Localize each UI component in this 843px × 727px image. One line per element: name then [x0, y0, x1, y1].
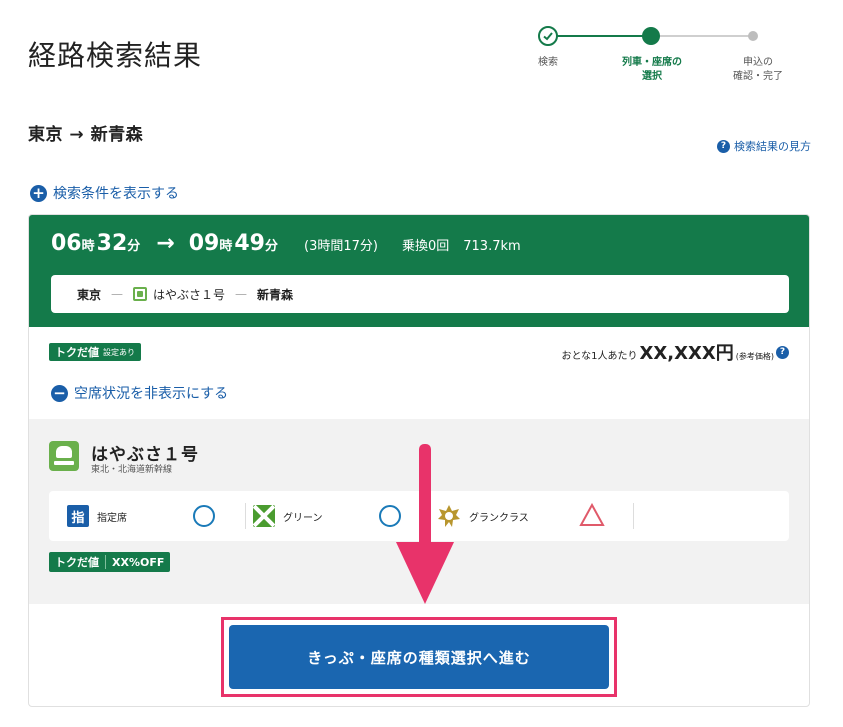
proceed-button[interactable]: きっぷ・座席の種類選択へ進む	[229, 625, 609, 689]
result-card-header: 06 時 32 分 → 09 時 49 分 (3時間17分) 乗換0回 713.…	[29, 215, 809, 327]
step-label-select: 列車・座席の 選択	[622, 57, 682, 82]
seat-label: 指定席	[97, 512, 127, 524]
route-dash: —	[235, 287, 248, 301]
time-summary: 06 時 32 分 → 09 時 49 分 (3時間17分) 乗換0回 713.…	[51, 231, 521, 256]
hour-unit: 時	[81, 239, 95, 254]
step-label-search: 検索	[538, 57, 558, 68]
train-icon	[133, 287, 148, 301]
duration: (3時間17分)	[304, 239, 378, 254]
plus-circle-icon: +	[30, 184, 47, 202]
train-line: 東北・北海道新幹線	[91, 465, 173, 475]
minute-unit: 分	[127, 239, 141, 254]
train-icon	[49, 441, 79, 471]
price-note: (参考価格)	[735, 352, 774, 361]
deal-label: トクだ値	[55, 556, 99, 569]
arrive-hour: 09	[188, 231, 220, 256]
depart-minute: 32	[96, 231, 128, 256]
transfers: 乗換0回	[401, 239, 450, 254]
question-icon: ?	[717, 139, 730, 153]
tokudane-badge: トクだ値 設定あり	[49, 343, 141, 361]
help-link-label: 検索結果の見方	[734, 140, 811, 153]
annotation-arrow-icon	[396, 444, 454, 604]
seat-label: グリーン	[283, 512, 323, 524]
shitei-icon: 指	[67, 505, 89, 527]
available-circle-icon	[193, 505, 215, 527]
check-icon	[538, 26, 558, 46]
minus-circle-icon: −	[51, 384, 68, 402]
hour-unit: 時	[219, 239, 233, 254]
route-train: はやぶさ１号	[153, 287, 226, 302]
route-dash: —	[111, 287, 124, 301]
arrow-right-icon: →	[156, 231, 175, 256]
show-conditions-toggle[interactable]: + 検索条件を表示する	[30, 183, 179, 203]
price-prefix: おとな1人あたり	[561, 351, 638, 362]
route-from: 東京	[77, 287, 102, 302]
current-step-dot	[642, 27, 660, 45]
arrive-minute: 49	[234, 231, 265, 256]
show-conditions-label: 検索条件を表示する	[53, 186, 179, 202]
stepper-line-todo	[651, 35, 754, 37]
question-icon[interactable]: ?	[776, 345, 789, 359]
limited-triangle-icon	[579, 503, 605, 526]
deal-badge: トクだ値 XX%OFF	[49, 552, 171, 572]
step-label-confirm: 申込の 確認・完了	[733, 57, 783, 82]
progress-stepper: 検索 列車・座席の 選択 申込の 確認・完了	[520, 20, 810, 100]
divider	[245, 503, 246, 529]
depart-hour: 06	[51, 231, 82, 256]
divider	[633, 503, 634, 529]
distance: 713.7km	[463, 239, 521, 254]
route-bar: 東京 — はやぶさ１号 — 新青森	[51, 275, 789, 313]
page-title: 経路検索結果	[28, 39, 203, 72]
route-to: 新青森	[257, 287, 294, 302]
deal-discount: XX%OFF	[112, 555, 165, 569]
seat-gran-class[interactable]: グランクラス	[437, 491, 627, 541]
fare-section: トクだ値 設定あり おとな1人あたり XX,XXX円 (参考価格) ? − 空席…	[29, 327, 809, 419]
tokudane-note: 設定あり	[103, 347, 135, 357]
route-heading: 東京 → 新青森	[28, 125, 144, 145]
seat-label: グランクラス	[469, 512, 529, 524]
stepper-line-done	[548, 35, 651, 37]
hide-seat-label: 空席状況を非表示にする	[74, 386, 229, 402]
hide-seat-toggle[interactable]: − 空席状況を非表示にする	[51, 383, 228, 403]
tokudane-label: トクだ値	[55, 346, 99, 359]
seat-reserved[interactable]: 指 指定席	[67, 491, 237, 541]
green-icon	[253, 505, 275, 527]
price: おとな1人あたり XX,XXX円 (参考価格) ?	[561, 339, 789, 365]
minute-unit: 分	[264, 239, 278, 254]
price-amount: XX,XXX円	[639, 343, 734, 364]
future-step-dot	[748, 31, 758, 41]
help-link[interactable]: ? 検索結果の見方	[717, 138, 811, 154]
